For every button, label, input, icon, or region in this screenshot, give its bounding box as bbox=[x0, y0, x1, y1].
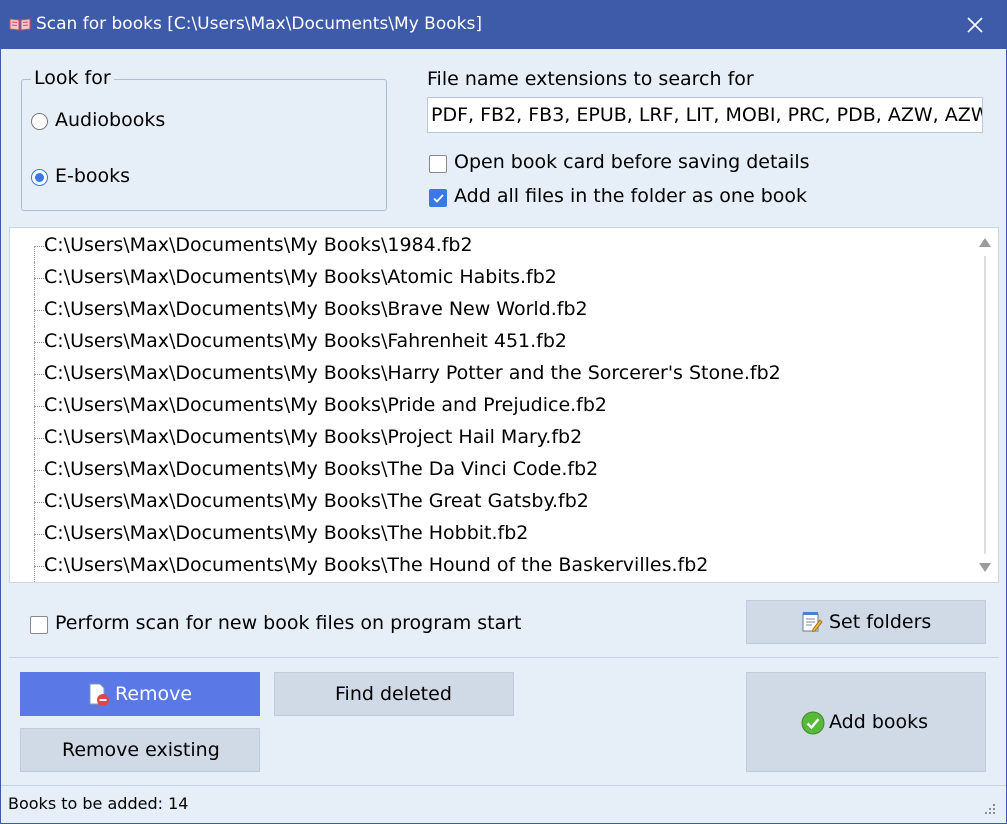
list-item[interactable]: C:\Users\Max\Documents\My Books\The Houn… bbox=[10, 550, 970, 582]
checkmark-icon bbox=[433, 194, 444, 203]
file-list[interactable]: C:\Users\Max\Documents\My Books\1984.fb2… bbox=[9, 227, 999, 583]
list-item[interactable]: C:\Users\Max\Documents\My Books\Brave Ne… bbox=[10, 294, 970, 326]
list-item[interactable]: C:\Users\Max\Documents\My Books\1984.fb2 bbox=[10, 230, 970, 262]
find-deleted-button[interactable]: Find deleted bbox=[274, 672, 514, 716]
set-folders-label: Set folders bbox=[829, 611, 932, 633]
close-icon bbox=[967, 17, 983, 33]
scan-for-books-dialog: Scan for books [C:\Users\Max\Documents\M… bbox=[0, 0, 1007, 824]
extensions-input[interactable]: PDF, FB2, FB3, EPUB, LRF, LIT, MOBI, PRC… bbox=[427, 97, 983, 133]
resize-grip-icon[interactable] bbox=[984, 803, 996, 815]
audiobooks-radio[interactable]: Audiobooks bbox=[31, 108, 211, 138]
add-books-label: Add books bbox=[829, 711, 929, 733]
ebooks-radio[interactable]: E-books bbox=[31, 164, 211, 194]
list-scrollbar[interactable] bbox=[974, 228, 998, 582]
file-path: C:\Users\Max\Documents\My Books\Brave Ne… bbox=[44, 298, 588, 320]
remove-label: Remove bbox=[115, 683, 193, 705]
add-as-one-book-checkbox[interactable]: Add all files in the folder as one book bbox=[429, 185, 829, 211]
file-path: C:\Users\Max\Documents\My Books\1984.fb2 bbox=[44, 234, 473, 256]
list-item[interactable]: C:\Users\Max\Documents\My Books\The Hobb… bbox=[10, 518, 970, 550]
file-path: C:\Users\Max\Documents\My Books\Project … bbox=[44, 426, 583, 448]
remove-existing-label: Remove existing bbox=[62, 739, 220, 761]
notepad-edit-icon bbox=[802, 612, 823, 633]
extensions-label: File name extensions to search for bbox=[427, 68, 754, 90]
open-book-card-checkbox[interactable]: Open book card before saving details bbox=[429, 151, 829, 177]
list-item[interactable]: C:\Users\Max\Documents\My Books\Project … bbox=[10, 422, 970, 454]
extensions-input-value: PDF, FB2, FB3, EPUB, LRF, LIT, MOBI, PRC… bbox=[431, 104, 983, 126]
window-title: Scan for books [C:\Users\Max\Documents\M… bbox=[36, 14, 482, 34]
status-separator bbox=[1, 785, 1006, 786]
status-text: Books to be added: 14 bbox=[8, 794, 189, 813]
file-path: C:\Users\Max\Documents\My Books\The Houn… bbox=[44, 554, 709, 576]
list-item[interactable]: C:\Users\Max\Documents\My Books\The Grea… bbox=[10, 486, 970, 518]
look-for-legend: Look for bbox=[31, 67, 114, 89]
add-as-one-book-label: Add all files in the folder as one book bbox=[454, 185, 808, 207]
remove-document-icon bbox=[89, 683, 109, 706]
scan-on-start-checkbox-box bbox=[30, 616, 48, 634]
remove-existing-button[interactable]: Remove existing bbox=[20, 728, 260, 772]
remove-button[interactable]: Remove bbox=[20, 672, 260, 716]
list-item[interactable]: C:\Users\Max\Documents\My Books\Harry Po… bbox=[10, 358, 970, 390]
ebooks-radio-label: E-books bbox=[55, 165, 131, 187]
list-item[interactable]: C:\Users\Max\Documents\My Books\The Da V… bbox=[10, 454, 970, 486]
add-as-one-book-checkbox-box bbox=[429, 189, 447, 207]
separator bbox=[9, 657, 999, 658]
file-path: C:\Users\Max\Documents\My Books\Atomic H… bbox=[44, 266, 557, 288]
scroll-track[interactable] bbox=[984, 256, 986, 554]
find-deleted-label: Find deleted bbox=[335, 683, 452, 705]
open-book-card-checkbox-box bbox=[429, 155, 447, 173]
add-books-button[interactable]: Add books bbox=[746, 672, 986, 772]
scroll-up-arrow-icon[interactable] bbox=[979, 238, 991, 247]
file-path: C:\Users\Max\Documents\My Books\The Grea… bbox=[44, 490, 589, 512]
file-path: C:\Users\Max\Documents\My Books\The Da V… bbox=[44, 458, 599, 480]
list-item[interactable]: C:\Users\Max\Documents\My Books\Pride an… bbox=[10, 390, 970, 422]
green-check-icon bbox=[801, 711, 825, 735]
file-path: C:\Users\Max\Documents\My Books\Fahrenhe… bbox=[44, 330, 567, 352]
audiobooks-radio-label: Audiobooks bbox=[55, 109, 166, 131]
list-item[interactable]: C:\Users\Max\Documents\My Books\Fahrenhe… bbox=[10, 326, 970, 358]
file-path: C:\Users\Max\Documents\My Books\Pride an… bbox=[44, 394, 608, 416]
open-book-card-label: Open book card before saving details bbox=[454, 151, 810, 173]
book-icon bbox=[9, 18, 31, 31]
audiobooks-radio-indicator bbox=[31, 113, 48, 130]
set-folders-button[interactable]: Set folders bbox=[746, 600, 986, 644]
scan-on-start-checkbox[interactable]: Perform scan for new book files on progr… bbox=[30, 612, 550, 638]
file-path: C:\Users\Max\Documents\My Books\The Hobb… bbox=[44, 522, 529, 544]
list-item[interactable]: C:\Users\Max\Documents\My Books\Atomic H… bbox=[10, 262, 970, 294]
close-button[interactable] bbox=[944, 1, 1006, 49]
scroll-down-arrow-icon[interactable] bbox=[979, 563, 991, 572]
scan-on-start-label: Perform scan for new book files on progr… bbox=[55, 612, 522, 634]
file-path: C:\Users\Max\Documents\My Books\Harry Po… bbox=[44, 362, 781, 384]
ebooks-radio-indicator bbox=[31, 169, 48, 186]
title-bar: Scan for books [C:\Users\Max\Documents\M… bbox=[1, 1, 1006, 49]
